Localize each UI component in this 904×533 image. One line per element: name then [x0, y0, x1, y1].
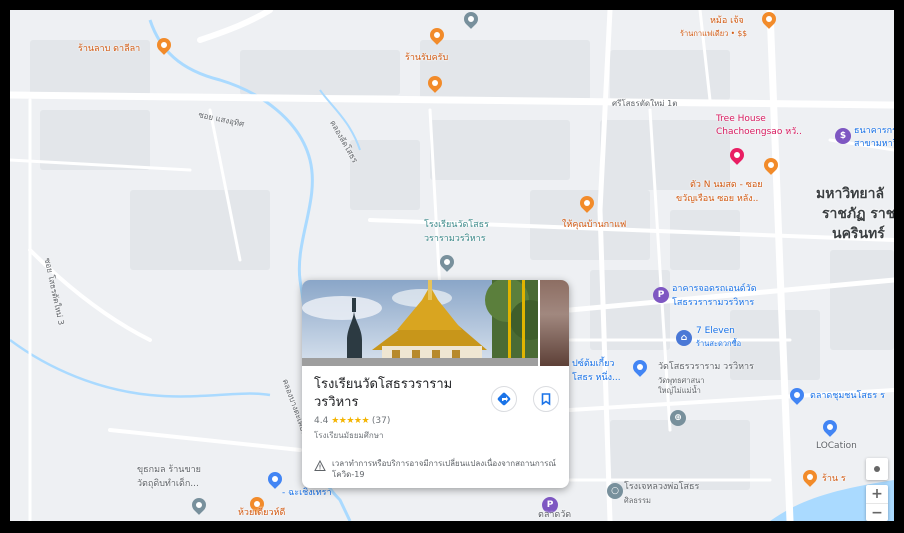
place-label[interactable]: ให้คุณบ้านกาแฟ	[562, 220, 626, 231]
zoom-in-button[interactable]: +	[866, 485, 888, 503]
parking-pin-icon[interactable]: P	[653, 287, 669, 303]
zoom-out-button[interactable]: −	[866, 503, 888, 521]
rating-value: 4.4	[314, 416, 329, 426]
place-label[interactable]: - ฉะเชิงเทรา	[282, 488, 332, 499]
place-label[interactable]: ร้าน ร	[822, 474, 846, 485]
place-label[interactable]: หม้อ เจ้จ	[710, 16, 744, 27]
place-photo-secondary[interactable]	[540, 280, 569, 366]
place-label[interactable]: Tree House	[716, 114, 766, 125]
place-label[interactable]: ตลาดชุมชนโสธร ร	[810, 391, 885, 402]
place-label[interactable]: LOCation	[816, 441, 857, 452]
temple-photo-image	[302, 280, 538, 366]
place-label[interactable]: ตัว N นมสด - ซอย	[690, 180, 763, 191]
place-label[interactable]: โสธรวรารามวรวิหาร	[672, 298, 754, 309]
rating-row: 4.4 ★★★★★ (37)	[314, 416, 390, 426]
place-photo[interactable]	[302, 280, 538, 366]
directions-icon	[497, 392, 511, 406]
school-label[interactable]: โรงเรียนวัดโสธร	[424, 220, 489, 231]
my-location-button[interactable]	[866, 458, 888, 480]
shrine-pin-icon[interactable]: ○	[607, 483, 623, 499]
place-sublabel: ร้านกาแฟเดียว • $$	[680, 29, 748, 38]
road-label: ศรีโสธรตัดใหม่ 1ต	[612, 99, 678, 108]
place-label[interactable]: อาคารจอดรถเอนด์วัด	[672, 284, 757, 295]
place-card[interactable]: โรงเรียนวัดโสธรวราราม วรวิหาร 4.4 ★★★★★ …	[302, 280, 569, 488]
bookmark-icon	[541, 393, 551, 406]
place-label[interactable]: ตลาดวัด	[538, 510, 571, 521]
school-label[interactable]: วรารามวรวิหาร	[424, 234, 486, 245]
place-label[interactable]: สาขามหาวิ	[854, 139, 894, 150]
place-sublabel: ศิลธรรม	[624, 496, 651, 505]
place-type: โรงเรียนมัธยมศึกษา	[314, 431, 384, 440]
place-label[interactable]: ห้วยเดียวห์ดี	[238, 508, 285, 519]
directions-button[interactable]	[491, 386, 517, 412]
place-label[interactable]: โสธร หนึ่ง...	[572, 373, 621, 384]
place-label[interactable]: ขุธกมล ร้านขาย	[137, 465, 201, 476]
university-label[interactable]: ราชภัฏ ราช	[822, 206, 894, 223]
university-label[interactable]: นครินทร์	[832, 226, 885, 243]
place-label[interactable]: ธนาคารกร	[854, 126, 894, 137]
warning-icon	[314, 460, 326, 471]
notice-text: เวลาทำการหรือบริการอาจมีการเปลี่ยนแปลงเน…	[332, 459, 556, 479]
map-canvas[interactable]: $ P ⌂ ⊕ ○ P ร้านลาบ ดาลีลา ร้านรับครับ ห…	[10, 10, 894, 521]
rating-stars-icon: ★★★★★	[331, 416, 370, 426]
temple-pin-icon[interactable]: ⊕	[670, 410, 686, 426]
place-title: โรงเรียนวัดโสธรวราราม วรวิหาร	[314, 377, 453, 410]
convenience-store-pin-icon[interactable]: ⌂	[676, 330, 692, 346]
place-sublabel: ใหญ่ไม่แม่น้ำ	[658, 386, 701, 395]
university-label[interactable]: มหาวิทยาลั	[816, 186, 884, 203]
map-frame: $ P ⌂ ⊕ ○ P ร้านลาบ ดาลีลา ร้านรับครับ ห…	[0, 0, 904, 533]
place-label[interactable]: ขวัญเรือน ซอย หลัง..	[676, 194, 758, 205]
bank-pin-icon[interactable]: $	[835, 128, 851, 144]
place-label[interactable]: Chachoengsao หวั..	[716, 127, 802, 138]
place-label[interactable]: โรงเจหลวงพ่อโสธร	[624, 482, 699, 493]
place-label[interactable]: วัตถุดิบทำเด็ก...	[137, 479, 199, 490]
place-label[interactable]: ร้านรับครับ	[405, 53, 448, 64]
save-button[interactable]	[533, 386, 559, 412]
place-label[interactable]: ปซ์ต้มเกี้ยว	[572, 359, 614, 370]
place-sublabel: วัดพุทธศาสนา	[658, 376, 705, 385]
place-label[interactable]: วัดโสธรวราราม วรวิหาร	[658, 362, 754, 373]
my-location-icon	[874, 466, 880, 472]
review-count[interactable]: (37)	[372, 416, 390, 426]
place-label[interactable]: ร้านลาบ ดาลีลา	[78, 44, 140, 55]
place-label[interactable]: 7 Eleven	[696, 326, 735, 337]
place-sublabel: ร้านสะดวกซื้อ	[696, 339, 742, 348]
zoom-control: + −	[866, 485, 888, 521]
